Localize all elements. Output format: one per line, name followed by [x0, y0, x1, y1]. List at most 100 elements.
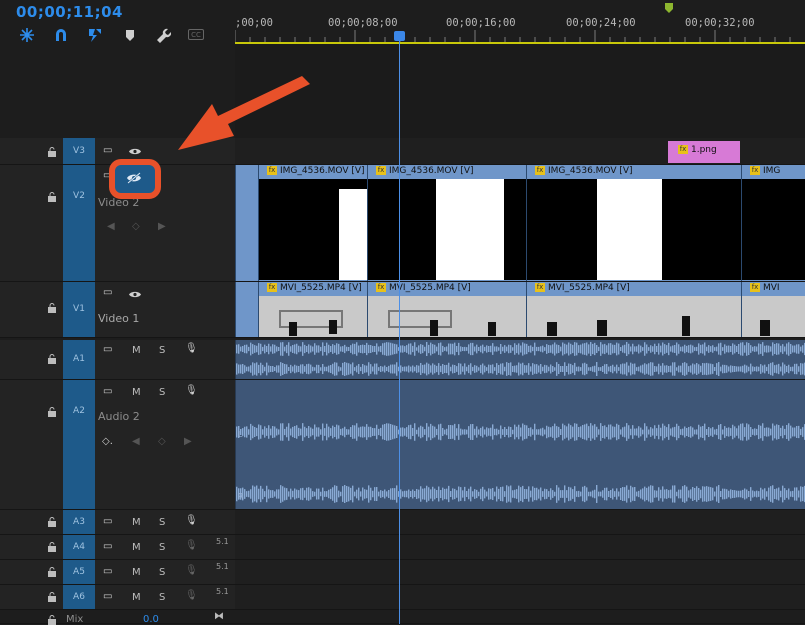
solo-button[interactable]: S	[159, 567, 165, 578]
track-lane-a1[interactable]	[235, 340, 805, 380]
track-target-a2[interactable]: A2	[63, 380, 95, 509]
lock-icon[interactable]	[47, 517, 57, 527]
eye-icon[interactable]	[128, 147, 142, 156]
next-keyframe-icon[interactable]: ▶	[184, 436, 192, 447]
video-clip[interactable]: fx IMG	[741, 165, 805, 281]
track-target-v2[interactable]: V2	[63, 165, 95, 281]
graphic-clip[interactable]: fx 1.png	[668, 141, 740, 163]
track-lane-a6[interactable]	[235, 585, 805, 610]
video-clip[interactable]: fx IMG_4536.MOV [V]	[258, 165, 367, 281]
sync-lock-icon[interactable]: ▭	[103, 541, 112, 552]
eye-hidden-icon[interactable]	[126, 172, 142, 184]
video-clip[interactable]: fx MVI_5525.MP4 [V]	[526, 282, 741, 337]
audio-clip[interactable]: L R	[235, 380, 805, 509]
solo-button[interactable]: S	[159, 387, 165, 398]
ruler-tick-label: 00;00;08;00	[328, 17, 398, 29]
track-lane-v1[interactable]: fx MVI_5525.MP4 [V] fx MVI_5525.MP4 [V] fx…	[235, 282, 805, 338]
mute-button[interactable]: M	[132, 387, 141, 398]
lock-icon[interactable]	[47, 407, 57, 417]
previous-keyframe-icon[interactable]: ◀	[132, 436, 140, 447]
video-clip[interactable]: fx MVI_5525.MP4 [V]	[367, 282, 526, 337]
sync-lock-icon[interactable]: ▭	[103, 386, 112, 397]
mute-button[interactable]: M	[132, 542, 141, 553]
track-target-a3[interactable]: A3	[63, 510, 95, 534]
playhead-line[interactable]	[399, 37, 400, 624]
solo-button[interactable]: S	[159, 542, 165, 553]
lock-icon[interactable]	[47, 592, 57, 602]
solo-button[interactable]: S	[159, 592, 165, 603]
captions-icon[interactable]: CC	[188, 29, 204, 40]
video-clip[interactable]	[235, 165, 258, 281]
microphone-icon[interactable]: 🎙	[185, 385, 198, 396]
mute-button[interactable]: M	[132, 345, 141, 356]
channel-format-label: 5.1	[216, 562, 229, 571]
sync-lock-icon[interactable]: ▭	[103, 344, 112, 355]
microphone-icon[interactable]: 🎙	[185, 590, 198, 601]
video-clip[interactable]: fx IMG_4536.MOV [V]	[526, 165, 741, 281]
track-target-a5[interactable]: A5	[63, 560, 95, 584]
track-lane-v3[interactable]: fx 1.png	[235, 138, 805, 165]
sync-lock-icon[interactable]: ▭	[103, 516, 112, 527]
ruler-tick-label: 00;00;24;00	[566, 17, 636, 29]
track-target-a6[interactable]: A6	[63, 585, 95, 609]
wrench-icon[interactable]	[155, 27, 171, 43]
mute-button[interactable]: M	[132, 567, 141, 578]
in-point-marker-icon[interactable]	[664, 2, 674, 14]
playhead-timecode[interactable]: 00;00;11;04	[16, 3, 123, 21]
lock-icon[interactable]	[47, 192, 57, 202]
mix-toggle-icon[interactable]: ⧓	[214, 611, 224, 622]
lock-icon[interactable]	[47, 303, 57, 313]
sync-lock-icon[interactable]: ▭	[103, 145, 112, 156]
mute-button[interactable]: M	[132, 517, 141, 528]
next-keyframe-icon[interactable]: ▶	[158, 221, 166, 232]
track-lane-a4[interactable]	[235, 535, 805, 560]
track-target-a4[interactable]: A4	[63, 535, 95, 559]
volume-keyframe-icon[interactable]: ◇.	[102, 436, 113, 447]
eye-icon[interactable]	[128, 290, 142, 299]
track-lane-a5[interactable]	[235, 560, 805, 585]
video-clip[interactable]: fx IMG_4536.MOV [V]	[367, 165, 526, 281]
sync-lock-icon[interactable]: ▭	[103, 287, 112, 298]
lock-icon[interactable]	[47, 542, 57, 552]
track-target-a1[interactable]: A1	[63, 340, 95, 379]
audio-clip[interactable]	[235, 340, 805, 379]
track-header-a3: A3 ▭ M S 🎙	[0, 510, 235, 535]
solo-button[interactable]: S	[159, 517, 165, 528]
lock-icon[interactable]	[47, 567, 57, 577]
playhead-handle[interactable]	[394, 31, 405, 41]
add-keyframe-icon[interactable]: ◇	[158, 436, 166, 447]
microphone-icon[interactable]: 🎙	[185, 565, 198, 576]
sync-lock-icon[interactable]: ▭	[103, 566, 112, 577]
fx-icon: fx	[535, 283, 545, 292]
track-header-a2: A2 ▭ M S 🎙 Audio 2 ◇. ◀ ◇ ▶	[0, 380, 235, 510]
track-lane-v2[interactable]: fx IMG_4536.MOV [V] fx IMG_4536.MOV [V] fx…	[235, 165, 805, 282]
linked-selection-icon[interactable]	[87, 27, 103, 43]
ruler-ticks	[235, 30, 791, 42]
fx-icon: fx	[267, 283, 277, 292]
track-lane-a3[interactable]	[235, 510, 805, 535]
track-target-v3[interactable]: V3	[63, 138, 95, 164]
video-clip[interactable]	[235, 282, 258, 337]
mix-volume-value[interactable]: 0.0	[143, 614, 159, 625]
sync-lock-icon[interactable]: ▭	[103, 591, 112, 602]
toggle-track-output-highlight[interactable]	[109, 159, 161, 199]
microphone-icon[interactable]: 🎙	[185, 540, 198, 551]
fx-icon: fx	[535, 166, 545, 175]
track-lane-a2[interactable]: L R	[235, 380, 805, 510]
video-clip[interactable]: fx MVI_5525.MP4 [V]	[258, 282, 367, 337]
time-ruler[interactable]: ;00;00 00;00;08;00 00;00;16;00 00;00;24;…	[235, 0, 805, 44]
lock-icon[interactable]	[47, 354, 57, 364]
microphone-icon[interactable]: 🎙	[185, 515, 198, 526]
mute-button[interactable]: M	[132, 592, 141, 603]
track-target-v1[interactable]: V1	[63, 282, 95, 337]
solo-button[interactable]: S	[159, 345, 165, 356]
marker-icon[interactable]	[122, 27, 138, 43]
snap-icon[interactable]	[19, 27, 35, 43]
add-keyframe-icon[interactable]: ◇	[132, 221, 140, 232]
magnet-icon[interactable]	[53, 27, 69, 43]
microphone-icon[interactable]: 🎙	[185, 343, 198, 354]
lock-icon[interactable]	[47, 147, 57, 157]
previous-keyframe-icon[interactable]: ◀	[107, 221, 115, 232]
fx-icon: fx	[750, 283, 760, 292]
video-clip[interactable]: fx MVI	[741, 282, 805, 337]
